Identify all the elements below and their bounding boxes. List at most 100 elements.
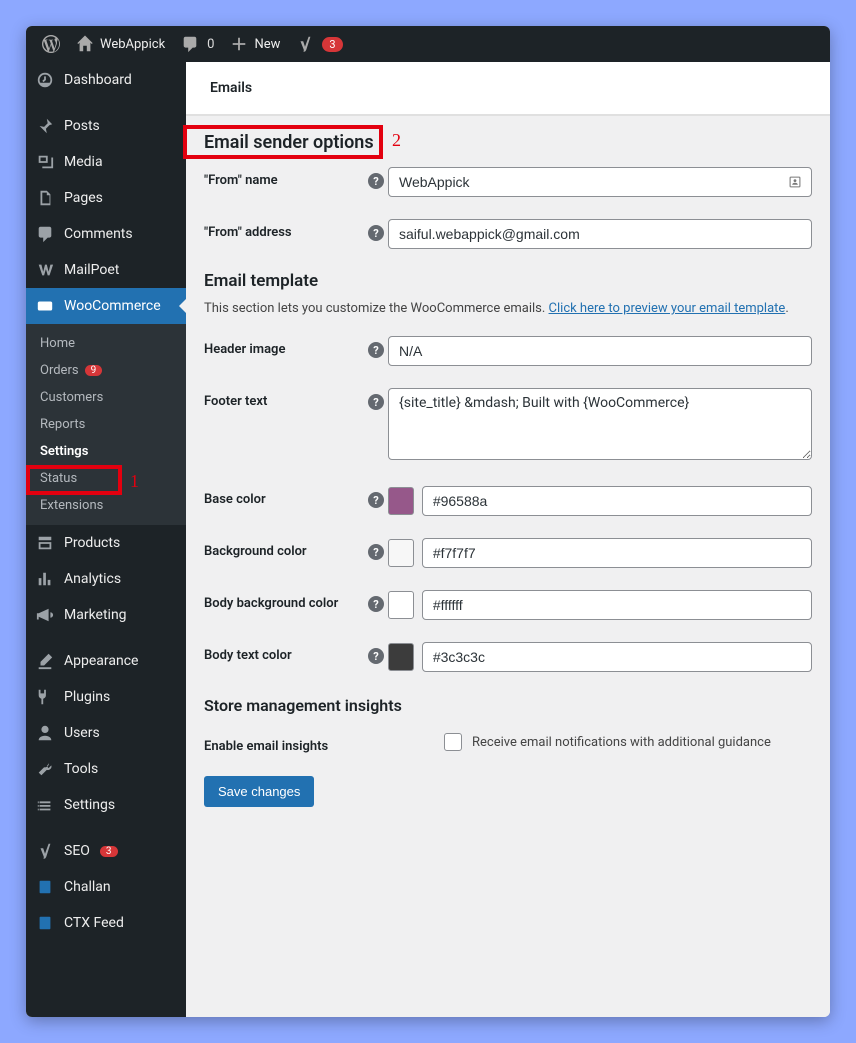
settings-icon — [36, 796, 54, 814]
base-color-input[interactable] — [422, 486, 812, 516]
woocommerce-submenu: Home Orders 9 Customers Reports Settings… — [26, 324, 186, 525]
help-icon[interactable]: ? — [368, 394, 384, 410]
pages-icon — [36, 189, 54, 207]
body-bg-input[interactable] — [422, 590, 812, 620]
yoast-link[interactable]: 3 — [288, 26, 350, 62]
from-address-label: "From" address — [204, 219, 364, 240]
home-icon — [76, 35, 94, 53]
menu-settings[interactable]: Settings — [26, 787, 186, 823]
help-icon[interactable]: ? — [368, 225, 384, 241]
seo-badge: 3 — [100, 846, 118, 857]
yoast-icon — [296, 35, 314, 53]
base-color-label: Base color — [204, 486, 364, 507]
submenu-reports[interactable]: Reports — [26, 411, 186, 438]
menu-marketing[interactable]: Marketing — [26, 597, 186, 633]
body-bg-label: Body background color — [204, 590, 364, 611]
help-icon[interactable]: ? — [368, 173, 384, 189]
tools-icon — [36, 760, 54, 778]
footer-text-label: Footer text — [204, 388, 364, 409]
menu-posts[interactable]: Posts — [26, 108, 186, 144]
products-icon — [36, 534, 54, 552]
submenu-extensions[interactable]: Extensions — [26, 492, 186, 519]
orders-badge: 9 — [85, 365, 103, 376]
menu-tools[interactable]: Tools — [26, 751, 186, 787]
dashboard-icon — [36, 71, 54, 89]
wp-logo[interactable] — [34, 26, 68, 62]
submenu-orders[interactable]: Orders 9 — [26, 357, 186, 384]
enable-insights-label: Enable email insights — [204, 733, 444, 754]
bg-color-label: Background color — [204, 538, 364, 559]
menu-analytics[interactable]: Analytics — [26, 561, 186, 597]
users-icon — [36, 724, 54, 742]
submenu-customers[interactable]: Customers — [26, 384, 186, 411]
new-content-link[interactable]: New — [222, 26, 288, 62]
section-title-insights: Store management insights — [204, 696, 812, 715]
menu-users[interactable]: Users — [26, 715, 186, 751]
site-name: WebAppick — [100, 37, 165, 52]
base-color-swatch[interactable] — [388, 487, 414, 515]
media-icon — [36, 153, 54, 171]
help-icon[interactable]: ? — [368, 544, 384, 560]
wordpress-icon — [42, 35, 60, 53]
from-name-input[interactable] — [388, 167, 812, 197]
admin-sidebar: Dashboard Posts Media Pages Comments M — [26, 62, 186, 1017]
menu-ctx-feed[interactable]: CTX Feed — [26, 905, 186, 941]
menu-products[interactable]: Products — [26, 525, 186, 561]
tab-emails[interactable]: Emails — [210, 80, 252, 96]
template-desc: This section lets you customize the WooC… — [204, 301, 812, 316]
help-icon[interactable]: ? — [368, 596, 384, 612]
section-title-sender: Email sender options — [204, 132, 374, 153]
submenu-home[interactable]: Home — [26, 330, 186, 357]
comment-icon — [36, 225, 54, 243]
mailpoet-icon — [36, 261, 54, 279]
comment-count: 0 — [207, 37, 214, 52]
adminbar: WebAppick 0 New 3 — [26, 26, 830, 62]
menu-dashboard[interactable]: Dashboard — [26, 62, 186, 98]
bg-color-input[interactable] — [422, 538, 812, 568]
comments-link[interactable]: 0 — [173, 26, 222, 62]
submenu-settings[interactable]: Settings — [26, 438, 186, 465]
body-text-swatch[interactable] — [388, 643, 414, 671]
site-name-link[interactable]: WebAppick — [68, 26, 173, 62]
body-text-input[interactable] — [422, 642, 812, 672]
enable-insights-checkbox[interactable] — [444, 733, 462, 751]
body-text-label: Body text color — [204, 642, 364, 663]
pin-icon — [36, 117, 54, 135]
help-icon[interactable]: ? — [368, 492, 384, 508]
challan-icon — [36, 878, 54, 896]
new-label: New — [254, 37, 280, 52]
tab-bar: Emails — [186, 62, 830, 116]
bg-color-swatch[interactable] — [388, 539, 414, 567]
menu-woocommerce[interactable]: WooCommerce — [26, 288, 186, 324]
from-name-label: "From" name — [204, 167, 364, 188]
from-address-input[interactable] — [388, 219, 812, 249]
woocommerce-icon — [36, 297, 54, 315]
header-image-input[interactable] — [388, 336, 812, 366]
menu-pages[interactable]: Pages — [26, 180, 186, 216]
body-bg-swatch[interactable] — [388, 591, 414, 619]
menu-appearance[interactable]: Appearance — [26, 643, 186, 679]
preview-template-link[interactable]: Click here to preview your email templat… — [549, 301, 786, 316]
menu-plugins[interactable]: Plugins — [26, 679, 186, 715]
header-image-label: Header image — [204, 336, 364, 357]
plugins-icon — [36, 688, 54, 706]
analytics-icon — [36, 570, 54, 588]
menu-mailpoet[interactable]: MailPoet — [26, 252, 186, 288]
help-icon[interactable]: ? — [368, 342, 384, 358]
menu-media[interactable]: Media — [26, 144, 186, 180]
menu-seo[interactable]: SEO 3 — [26, 833, 186, 869]
content-area: Emails Email sender options "From" name … — [186, 62, 830, 1017]
contact-icon — [788, 175, 802, 189]
menu-challan[interactable]: Challan — [26, 869, 186, 905]
yoast-badge: 3 — [322, 37, 342, 52]
footer-text-input[interactable]: {site_title} &mdash; Built with {WooComm… — [388, 388, 812, 460]
ctxfeed-icon — [36, 914, 54, 932]
comment-icon — [181, 35, 199, 53]
save-button[interactable]: Save changes — [204, 776, 314, 807]
help-icon[interactable]: ? — [368, 648, 384, 664]
menu-comments[interactable]: Comments — [26, 216, 186, 252]
submenu-status[interactable]: Status — [26, 465, 186, 492]
section-title-template: Email template — [204, 271, 812, 291]
plus-icon — [230, 35, 248, 53]
yoast-icon — [36, 842, 54, 860]
